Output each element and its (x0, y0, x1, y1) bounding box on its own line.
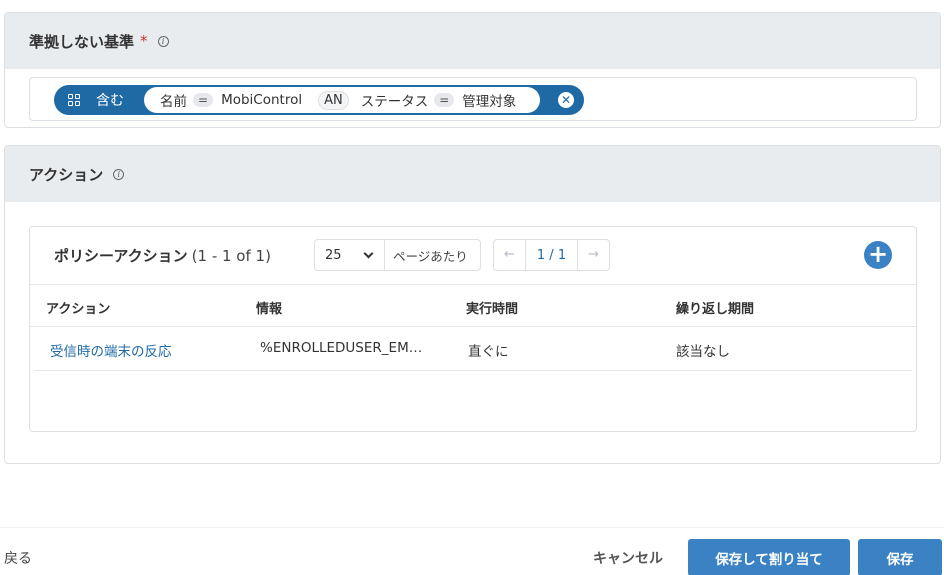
add-action-button[interactable]: + (864, 241, 892, 269)
pagination: ← 1 / 1 → (493, 239, 610, 271)
table-header: アクション 情報 実行時間 繰り返し期間 (30, 285, 916, 327)
column-header-action[interactable]: アクション (46, 298, 110, 317)
table-toolbar: ポリシーアクション (1 - 1 of 1) 25 ページあたり ← 1 / 1 … (30, 227, 916, 285)
action-execution-time: 直ぐに (468, 344, 509, 360)
table-count: (1 - 1 of 1) (191, 247, 271, 265)
page-indicator: 1 / 1 (536, 247, 567, 263)
grid-icon (68, 94, 80, 106)
criteria-title: 準拠しない基準 (29, 32, 135, 51)
and-conjunction: AN (318, 90, 349, 110)
filter-field-status: ステータス (360, 94, 429, 110)
filter-field-name: 名前 (160, 94, 187, 110)
actions-panel: アクション i ポリシーアクション (1 - 1 of 1) 25 ページあたり … (4, 145, 941, 464)
filter-expression[interactable]: 名前 = MobiControl AN ステータス = 管理対象 (144, 87, 540, 113)
table-row[interactable]: 受信時の端末の反応 %ENROLLEDUSER_EM… 直ぐに 該当なし (34, 327, 912, 371)
chevron-down-icon (363, 248, 374, 259)
column-header-repeat-period[interactable]: 繰り返し期間 (676, 298, 754, 317)
info-icon[interactable]: i (113, 168, 125, 180)
noncompliance-criteria-panel: 準拠しない基準 * i 含む 名前 = MobiControl AN ステータス… (4, 12, 941, 128)
action-info: %ENROLLEDUSER_EM… (260, 340, 423, 356)
page-size-value[interactable]: 25 (315, 240, 385, 270)
column-header-info[interactable]: 情報 (256, 298, 282, 317)
action-repeat-period: 該当なし (676, 344, 730, 360)
filter-value-status: 管理対象 (462, 94, 517, 110)
save-and-assign-button[interactable]: 保存して割り当て (688, 539, 850, 575)
page-size-select[interactable]: 25 ページあたり (314, 239, 481, 271)
next-page-icon[interactable]: → (577, 240, 609, 270)
page-size-label: ページあたり (393, 248, 468, 264)
filter-operator-label: 含む (96, 93, 124, 109)
equals-operator: = (193, 93, 214, 107)
filter-operator[interactable]: 含む (54, 90, 144, 110)
action-name-link[interactable]: 受信時の端末の反応 (50, 340, 172, 360)
back-button[interactable]: 戻る (4, 548, 32, 568)
table-title-text: ポリシーアクション (54, 247, 188, 265)
filter-box[interactable]: 含む 名前 = MobiControl AN ステータス = 管理対象 ✕ (29, 77, 917, 121)
filter-value-name: MobiControl (221, 92, 303, 108)
required-mark: * (140, 32, 148, 50)
cancel-button[interactable]: キャンセル (593, 548, 663, 568)
actions-title: アクション (29, 165, 104, 184)
criteria-panel-header: 準拠しない基準 * i (5, 13, 940, 69)
policy-actions-table: ポリシーアクション (1 - 1 of 1) 25 ページあたり ← 1 / 1 … (29, 226, 917, 432)
save-button[interactable]: 保存 (858, 539, 942, 575)
equals-operator: = (434, 93, 455, 107)
page-size-text: 25 (325, 247, 342, 263)
prev-page-icon[interactable]: ← (494, 240, 526, 270)
table-title: ポリシーアクション (1 - 1 of 1) (54, 245, 271, 266)
filter-pill[interactable]: 含む 名前 = MobiControl AN ステータス = 管理対象 ✕ (54, 85, 584, 115)
column-header-execution-time[interactable]: 実行時間 (466, 298, 518, 317)
actions-panel-header: アクション i (5, 146, 940, 202)
clear-filter-icon[interactable]: ✕ (558, 92, 574, 108)
info-icon[interactable]: i (157, 35, 169, 47)
footer-bar: 戻る キャンセル 保存して割り当て 保存 (0, 527, 944, 575)
